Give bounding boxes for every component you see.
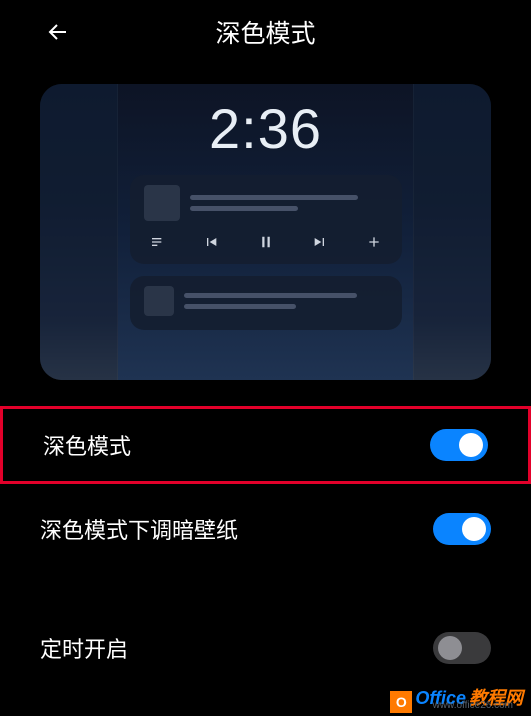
preview-side-left <box>40 84 118 380</box>
settings-list: 深色模式 深色模式下调暗壁纸 定时开启 <box>0 406 531 668</box>
preview-notification-media <box>130 175 402 264</box>
plus-icon <box>366 234 382 255</box>
toggle-dark-mode[interactable] <box>430 429 488 461</box>
next-track-icon <box>312 234 328 255</box>
placeholder-line <box>190 195 358 200</box>
preview-clock: 2:36 <box>209 96 322 161</box>
row-label: 定时开启 <box>40 632 128 664</box>
placeholder-line <box>184 304 296 309</box>
row-label: 深色模式下调暗壁纸 <box>40 513 238 545</box>
watermark-url: www.office26.com <box>433 700 513 711</box>
preview-card: 2:36 <box>40 84 491 380</box>
row-dark-mode[interactable]: 深色模式 <box>0 406 531 484</box>
page-title: 深色模式 <box>0 14 531 50</box>
prev-track-icon <box>203 234 219 255</box>
media-thumbnail <box>144 185 180 221</box>
preview-inner: 2:36 <box>118 84 413 380</box>
row-label: 深色模式 <box>43 429 131 461</box>
row-schedule[interactable]: 定时开启 <box>0 608 531 668</box>
watermark-logo-icon: O <box>390 691 412 713</box>
row-dim-wallpaper[interactable]: 深色模式下调暗壁纸 <box>0 490 531 568</box>
placeholder-line <box>190 206 299 211</box>
watermark: O Office教程网 www.office26.com <box>390 684 523 710</box>
preview-notification <box>130 276 402 330</box>
placeholder-line <box>184 293 357 298</box>
back-button[interactable] <box>44 18 72 46</box>
toggle-schedule[interactable] <box>433 632 491 664</box>
pause-icon <box>257 233 275 256</box>
arrow-left-icon <box>46 20 70 44</box>
notification-thumbnail <box>144 286 174 316</box>
queue-icon <box>150 234 166 255</box>
preview-side-right <box>413 84 491 380</box>
toggle-dim-wallpaper[interactable] <box>433 513 491 545</box>
